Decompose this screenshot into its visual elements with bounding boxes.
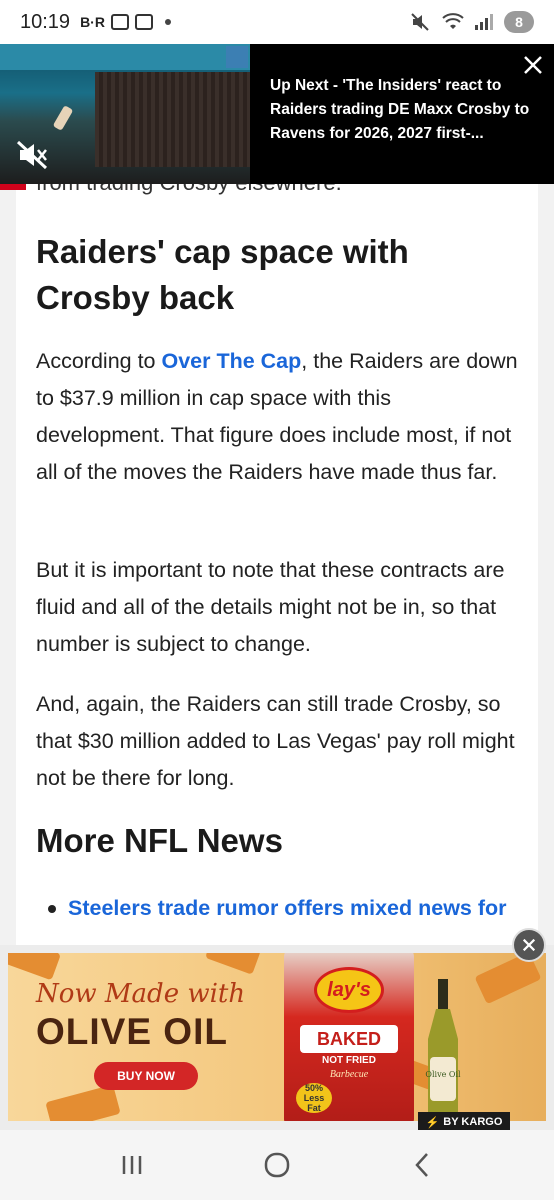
status-right-icons: 8 [410, 11, 534, 33]
signal-icon [475, 14, 493, 30]
article-paragraph-1: According to Over The Cap, the Raiders a… [36, 343, 524, 491]
lays-logo: lay's [314, 967, 384, 1013]
article-paragraph-2: But it is important to note that these c… [36, 558, 505, 656]
bag-baked-label: BAKED [300, 1025, 398, 1053]
list-item[interactable]: Steelers trade rumor offers mixed news f… [36, 890, 526, 927]
bottle-label-text: Olive Oil [425, 1070, 461, 1079]
wifi-icon [442, 13, 464, 29]
thumbnail-figure [52, 105, 74, 131]
screen: 10:19 B·R 8 Up Next - 'The Insiders' rea… [0, 0, 554, 1200]
more-notifications-dot-icon [164, 19, 171, 25]
up-next-video-player[interactable]: Up Next - 'The Insiders' react to Raider… [0, 44, 554, 184]
red-accent-bar [0, 184, 26, 190]
ad-headline-now-made-with: Now Made with [36, 979, 246, 1009]
mail-icon [134, 14, 153, 30]
chip-decoration [205, 953, 261, 975]
bleacher-report-icon: B·R [80, 14, 105, 30]
back-button[interactable] [402, 1145, 442, 1185]
muted-speaker-icon[interactable] [16, 140, 50, 170]
ad-headline-olive-oil: OLIVE OIL [36, 1011, 228, 1052]
home-icon [264, 1152, 290, 1178]
paragraph-1-prefix: According to [36, 349, 162, 373]
mute-vibrate-icon [411, 13, 429, 31]
ad-banner[interactable]: Now Made with OLIVE OIL BUY NOW lay's BA… [0, 945, 554, 1130]
video-up-next-title[interactable]: Up Next - 'The Insiders' react to Raider… [270, 74, 530, 146]
chip-decoration [8, 953, 61, 981]
section-heading-more-nfl-news: More NFL News [36, 822, 283, 859]
kargo-sponsor-badge[interactable]: ⚡ BY KARGO [418, 1112, 510, 1132]
over-the-cap-link[interactable]: Over The Cap [161, 349, 301, 373]
messenger-icon [110, 14, 129, 30]
bag-flavor-label: Barbecue [329, 1069, 369, 1080]
status-time: 10:19 [20, 10, 71, 33]
ad-choices-icon[interactable] [226, 46, 248, 68]
olive-oil-bottle-image: Olive Oil [425, 979, 461, 1121]
ad-creative[interactable]: Now Made with OLIVE OIL BUY NOW lay's BA… [8, 953, 546, 1121]
article-paragraph-3: And, again, the Raiders can still trade … [36, 692, 515, 790]
battery-icon: 8 [504, 11, 534, 33]
video-thumbnail[interactable] [0, 44, 250, 184]
recent-apps-icon [123, 1156, 142, 1174]
close-video-icon[interactable] [522, 54, 544, 76]
news-link[interactable]: Steelers trade rumor offers mixed news f… [68, 890, 507, 927]
chip-bag-image: lay's BAKED NOT FRIED Barbecue 50% Less … [284, 953, 414, 1121]
section-heading-cap-space: Raiders' cap space with Crosby back [36, 233, 409, 316]
bag-less-fat-badge: 50% Less Fat [296, 1083, 332, 1113]
buy-now-button[interactable]: BUY NOW [94, 1062, 198, 1090]
thumbnail-wall [95, 72, 250, 167]
lightning-icon: ⚡ [425, 1116, 440, 1129]
system-nav-bar [0, 1130, 554, 1200]
status-bar: 10:19 B·R 8 [0, 0, 554, 44]
close-ad-icon[interactable] [512, 928, 546, 962]
back-icon [414, 1153, 428, 1177]
kargo-label: BY KARGO [443, 1116, 503, 1128]
status-notification-icons: B·R [80, 14, 171, 30]
bullet-icon [48, 905, 56, 913]
home-button[interactable] [257, 1145, 297, 1185]
recent-apps-button[interactable] [112, 1145, 152, 1185]
thumbnail-sky [0, 44, 250, 70]
bag-not-fried-label: NOT FRIED [322, 1055, 376, 1066]
more-news-list: Steelers trade rumor offers mixed news f… [36, 890, 526, 927]
